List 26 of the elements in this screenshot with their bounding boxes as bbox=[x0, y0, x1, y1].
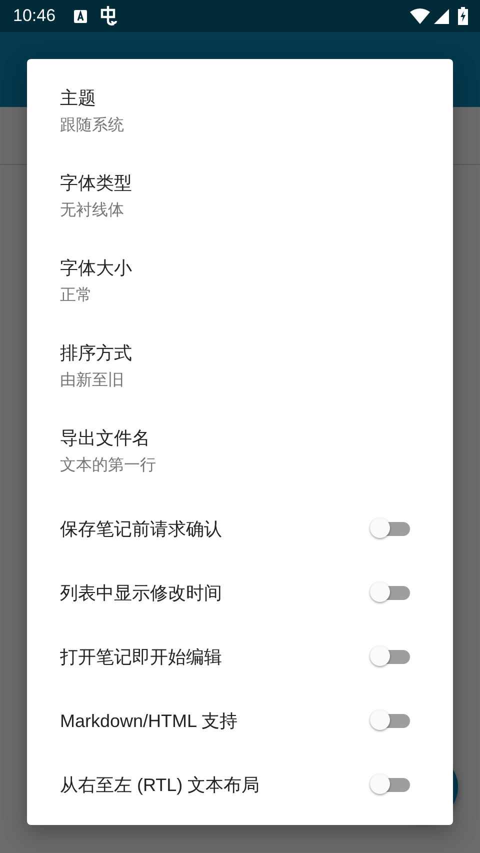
setting-item[interactable]: 主题 跟随系统 bbox=[27, 72, 453, 157]
setting-value: 文本的第一行 bbox=[60, 456, 157, 476]
setting-item[interactable]: 字体大小 正常 bbox=[27, 242, 453, 327]
setting-title: 字体类型 bbox=[60, 172, 133, 195]
setting-title: 保存笔记前请求确认 bbox=[60, 518, 223, 541]
setting-value: 跟随系统 bbox=[60, 116, 125, 136]
setting-item[interactable]: 字体类型 无衬线体 bbox=[27, 157, 453, 242]
setting-value: 无衬线体 bbox=[60, 200, 125, 221]
setting-title: 排序方式 bbox=[60, 342, 133, 365]
clock-time: 10:46 bbox=[13, 6, 56, 26]
setting-title: 从右至左 (RTL) 文本布局 bbox=[60, 774, 261, 797]
setting-item[interactable]: 排序方式 由新至旧 bbox=[27, 327, 453, 412]
battery-charging-icon bbox=[458, 7, 468, 25]
keyboard-letter-icon bbox=[74, 10, 87, 22]
setting-value: 由新至旧 bbox=[60, 370, 125, 391]
signal-icon bbox=[434, 8, 449, 24]
setting-title: 列表中显示修改时间 bbox=[60, 582, 223, 605]
setting-title: 打开笔记即开始编辑 bbox=[60, 646, 223, 669]
setting-item[interactable]: 导出文件名 文本的第一行 bbox=[27, 412, 453, 497]
setting-title: Markdown/HTML 支持 bbox=[60, 710, 238, 733]
setting-value: 正常 bbox=[60, 286, 93, 306]
setting-title: 主题 bbox=[60, 87, 97, 110]
setting-title: 字体大小 bbox=[60, 257, 133, 280]
setting-title: 导出文件名 bbox=[60, 427, 151, 450]
bug-icon bbox=[98, 5, 119, 27]
wifi-icon bbox=[410, 8, 430, 24]
